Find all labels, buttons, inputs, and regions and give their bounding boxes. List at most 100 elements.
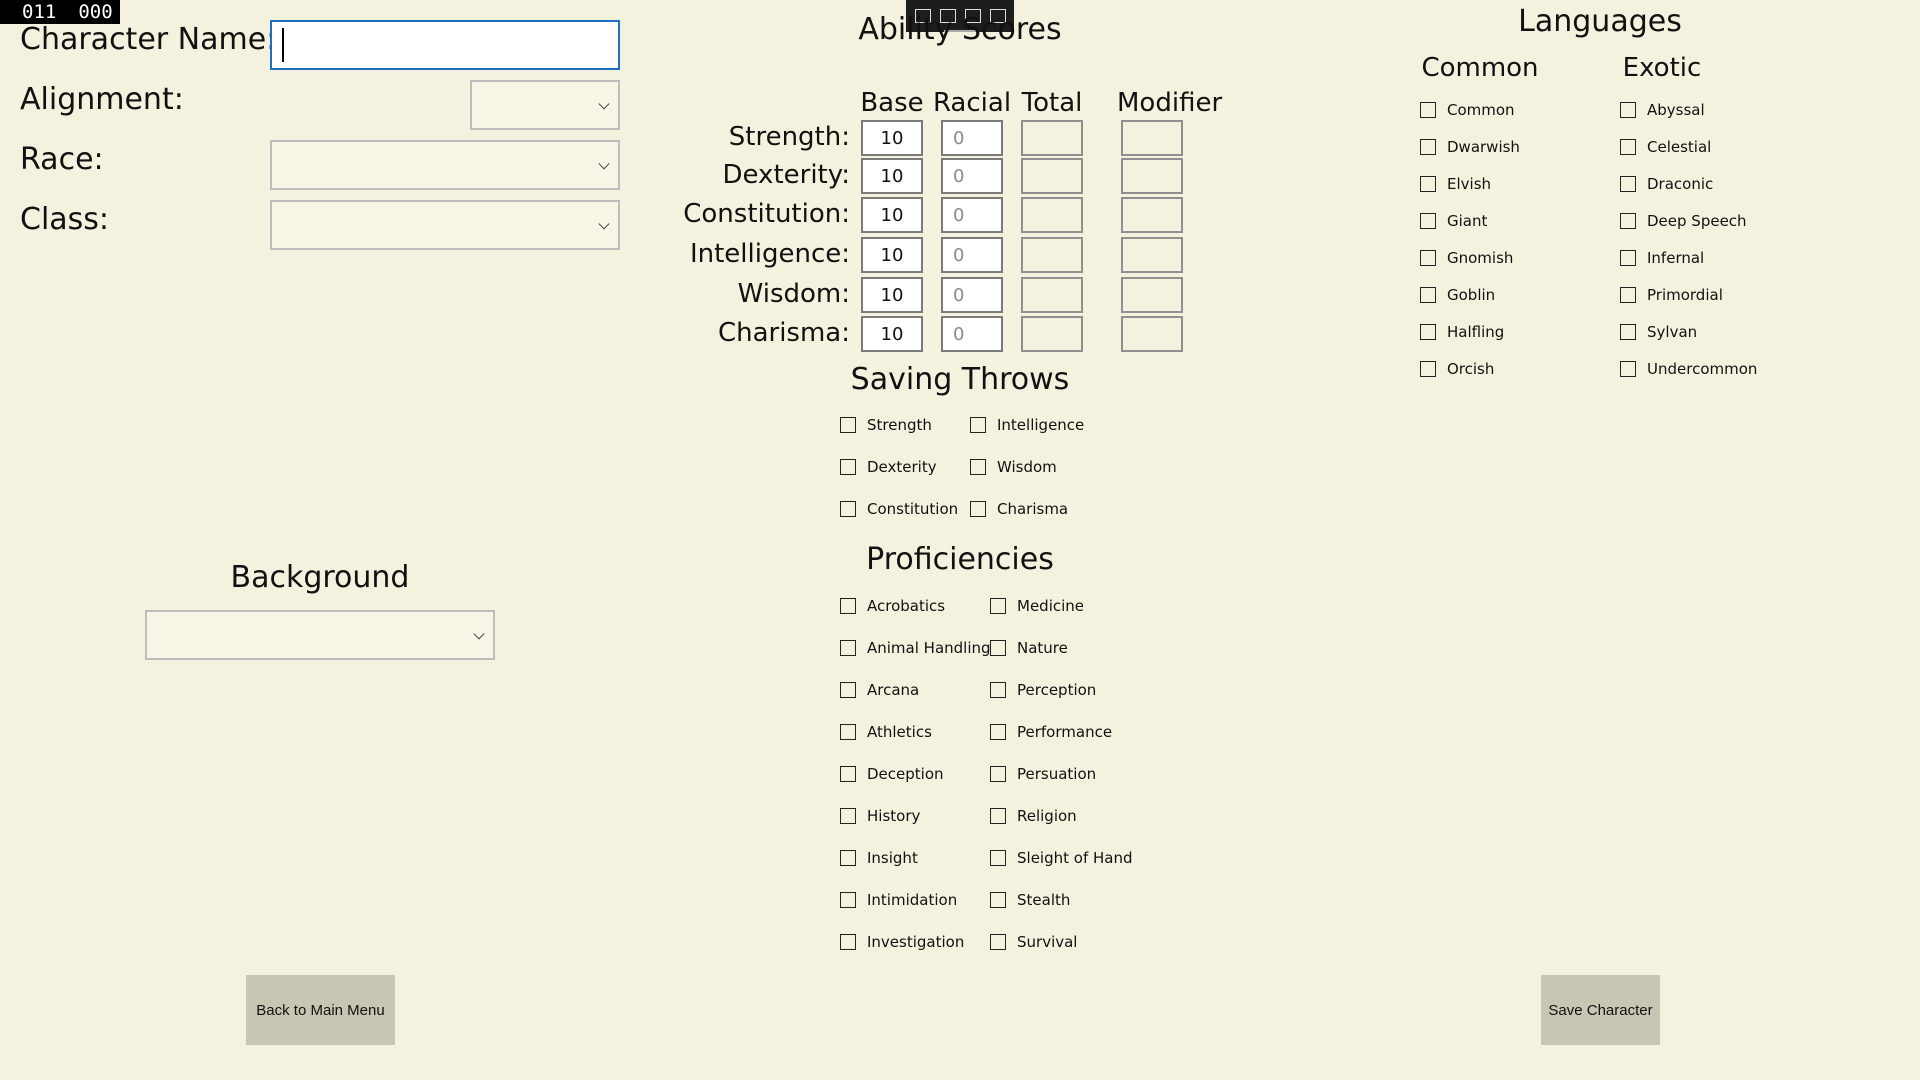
back-to-main-menu-button[interactable]: Back to Main Menu xyxy=(246,975,395,1045)
language-item[interactable]: Undercommon xyxy=(1620,358,1757,380)
checkbox[interactable] xyxy=(840,501,856,517)
proficiency-item[interactable]: Investigation xyxy=(840,931,964,953)
checkbox[interactable] xyxy=(1620,139,1636,155)
proficiency-item[interactable]: Insight xyxy=(840,847,918,869)
checkbox[interactable] xyxy=(970,459,986,475)
racial-bonus-input[interactable]: 0 xyxy=(941,158,1003,194)
checkbox[interactable] xyxy=(990,892,1006,908)
racial-bonus-input[interactable]: 0 xyxy=(941,316,1003,352)
base-score-input[interactable]: 10 xyxy=(861,158,923,194)
class-select[interactable] xyxy=(270,200,620,250)
checkbox[interactable] xyxy=(840,766,856,782)
base-score-input[interactable]: 10 xyxy=(861,277,923,313)
checkbox[interactable] xyxy=(990,598,1006,614)
language-item[interactable]: Primordial xyxy=(1620,284,1723,306)
saving-throw-item[interactable]: Charisma xyxy=(970,498,1068,520)
checkbox[interactable] xyxy=(840,459,856,475)
checkbox[interactable] xyxy=(990,850,1006,866)
base-score-input[interactable]: 10 xyxy=(861,316,923,352)
language-item[interactable]: Sylvan xyxy=(1620,321,1697,343)
language-item[interactable]: Orcish xyxy=(1420,358,1494,380)
checkbox[interactable] xyxy=(840,417,856,433)
proficiency-item[interactable]: Performance xyxy=(990,721,1112,743)
language-item[interactable]: Halfling xyxy=(1420,321,1504,343)
language-label: Elvish xyxy=(1447,175,1492,193)
checkbox[interactable] xyxy=(1420,361,1436,377)
language-item[interactable]: Celestial xyxy=(1620,136,1711,158)
proficiency-item[interactable]: Survival xyxy=(990,931,1077,953)
checkbox[interactable] xyxy=(990,682,1006,698)
checkbox[interactable] xyxy=(1420,102,1436,118)
checkbox[interactable] xyxy=(990,934,1006,950)
checkbox[interactable] xyxy=(990,724,1006,740)
saving-throw-item[interactable]: Intelligence xyxy=(970,414,1084,436)
checkbox[interactable] xyxy=(970,501,986,517)
base-score-input[interactable]: 10 xyxy=(861,197,923,233)
checkbox[interactable] xyxy=(1620,361,1636,377)
checkbox[interactable] xyxy=(840,682,856,698)
language-item[interactable]: Common xyxy=(1420,99,1515,121)
racial-bonus-input[interactable]: 0 xyxy=(941,120,1003,156)
checkbox[interactable] xyxy=(1620,287,1636,303)
checkbox[interactable] xyxy=(970,417,986,433)
checkbox[interactable] xyxy=(840,808,856,824)
proficiency-item[interactable]: Intimidation xyxy=(840,889,957,911)
checkbox[interactable] xyxy=(840,892,856,908)
language-item[interactable]: Goblin xyxy=(1420,284,1495,306)
proficiency-item[interactable]: Acrobatics xyxy=(840,595,945,617)
base-score-input[interactable]: 10 xyxy=(861,237,923,273)
proficiency-item[interactable]: Athletics xyxy=(840,721,932,743)
proficiency-item[interactable]: Sleight of Hand xyxy=(990,847,1133,869)
language-item[interactable]: Giant xyxy=(1420,210,1487,232)
checkbox[interactable] xyxy=(1620,176,1636,192)
proficiency-item[interactable]: Nature xyxy=(990,637,1068,659)
checkbox[interactable] xyxy=(1620,250,1636,266)
proficiency-item[interactable]: Animal Handling xyxy=(840,637,991,659)
checkbox[interactable] xyxy=(990,640,1006,656)
checkbox[interactable] xyxy=(840,934,856,950)
proficiency-item[interactable]: Arcana xyxy=(840,679,919,701)
language-item[interactable]: Elvish xyxy=(1420,173,1491,195)
base-score-input[interactable]: 10 xyxy=(861,120,923,156)
language-item[interactable]: Infernal xyxy=(1620,247,1704,269)
checkbox[interactable] xyxy=(1420,324,1436,340)
language-item[interactable]: Draconic xyxy=(1620,173,1713,195)
proficiency-item[interactable]: Persuation xyxy=(990,763,1096,785)
checkbox[interactable] xyxy=(840,598,856,614)
checkbox[interactable] xyxy=(840,640,856,656)
language-item[interactable]: Gnomish xyxy=(1420,247,1513,269)
proficiency-item[interactable]: Religion xyxy=(990,805,1077,827)
saving-throw-item[interactable]: Constitution xyxy=(840,498,958,520)
saving-throw-item[interactable]: Strength xyxy=(840,414,932,436)
proficiency-item[interactable]: History xyxy=(840,805,920,827)
checkbox[interactable] xyxy=(840,850,856,866)
checkbox[interactable] xyxy=(1620,102,1636,118)
racial-bonus-input[interactable]: 0 xyxy=(941,237,1003,273)
checkbox[interactable] xyxy=(1420,139,1436,155)
racial-bonus-input[interactable]: 0 xyxy=(941,197,1003,233)
racial-bonus-input[interactable]: 0 xyxy=(941,277,1003,313)
background-select[interactable] xyxy=(145,610,495,660)
save-character-button[interactable]: Save Character xyxy=(1541,975,1660,1045)
proficiency-item[interactable]: Medicine xyxy=(990,595,1084,617)
language-item[interactable]: Abyssal xyxy=(1620,99,1705,121)
language-item[interactable]: Deep Speech xyxy=(1620,210,1747,232)
checkbox[interactable] xyxy=(1420,250,1436,266)
checkbox[interactable] xyxy=(1620,324,1636,340)
checkbox[interactable] xyxy=(840,724,856,740)
checkbox[interactable] xyxy=(1420,176,1436,192)
language-item[interactable]: Dwarwish xyxy=(1420,136,1520,158)
character-name-input[interactable] xyxy=(270,20,620,70)
alignment-select[interactable] xyxy=(470,80,620,130)
checkbox[interactable] xyxy=(1620,213,1636,229)
proficiency-item[interactable]: Deception xyxy=(840,763,944,785)
race-select[interactable] xyxy=(270,140,620,190)
proficiency-item[interactable]: Stealth xyxy=(990,889,1070,911)
checkbox[interactable] xyxy=(1420,287,1436,303)
checkbox[interactable] xyxy=(1420,213,1436,229)
proficiency-item[interactable]: Perception xyxy=(990,679,1096,701)
checkbox[interactable] xyxy=(990,766,1006,782)
checkbox[interactable] xyxy=(990,808,1006,824)
saving-throw-item[interactable]: Dexterity xyxy=(840,456,937,478)
saving-throw-item[interactable]: Wisdom xyxy=(970,456,1057,478)
